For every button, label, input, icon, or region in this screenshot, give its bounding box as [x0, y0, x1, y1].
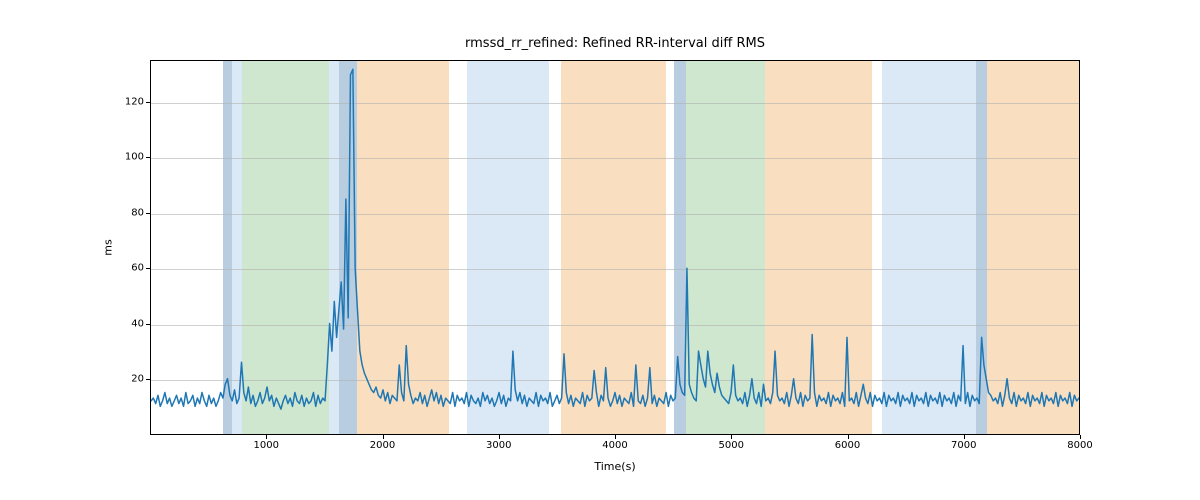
y-tick-mark	[146, 213, 150, 214]
x-tick-label: 5000	[719, 440, 744, 451]
y-tick-label: 80	[104, 207, 144, 218]
x-tick-mark	[848, 435, 849, 439]
x-tick-mark	[383, 435, 384, 439]
y-tick-label: 20	[104, 374, 144, 385]
x-tick-label: 1000	[254, 440, 279, 451]
y-tick-label: 40	[104, 318, 144, 329]
x-tick-mark	[266, 435, 267, 439]
y-tick-mark	[146, 324, 150, 325]
line-series	[151, 61, 1079, 434]
x-tick-mark	[499, 435, 500, 439]
x-tick-mark	[1080, 435, 1081, 439]
plot-area	[150, 60, 1080, 435]
chart-title: rmssd_rr_refined: Refined RR-interval di…	[150, 36, 1080, 51]
y-tick-mark	[146, 379, 150, 380]
figure: rmssd_rr_refined: Refined RR-interval di…	[0, 0, 1200, 500]
x-tick-label: 6000	[835, 440, 860, 451]
x-axis-label: Time(s)	[150, 460, 1080, 473]
y-tick-mark	[146, 157, 150, 158]
x-tick-mark	[731, 435, 732, 439]
x-tick-label: 3000	[486, 440, 511, 451]
x-tick-mark	[615, 435, 616, 439]
x-tick-label: 8000	[1067, 440, 1092, 451]
y-tick-mark	[146, 102, 150, 103]
x-tick-label: 7000	[951, 440, 976, 451]
y-tick-label: 120	[104, 96, 144, 107]
x-tick-mark	[964, 435, 965, 439]
x-tick-label: 4000	[602, 440, 627, 451]
y-tick-label: 100	[104, 152, 144, 163]
x-tick-label: 2000	[370, 440, 395, 451]
y-tick-mark	[146, 268, 150, 269]
y-tick-label: 60	[104, 263, 144, 274]
